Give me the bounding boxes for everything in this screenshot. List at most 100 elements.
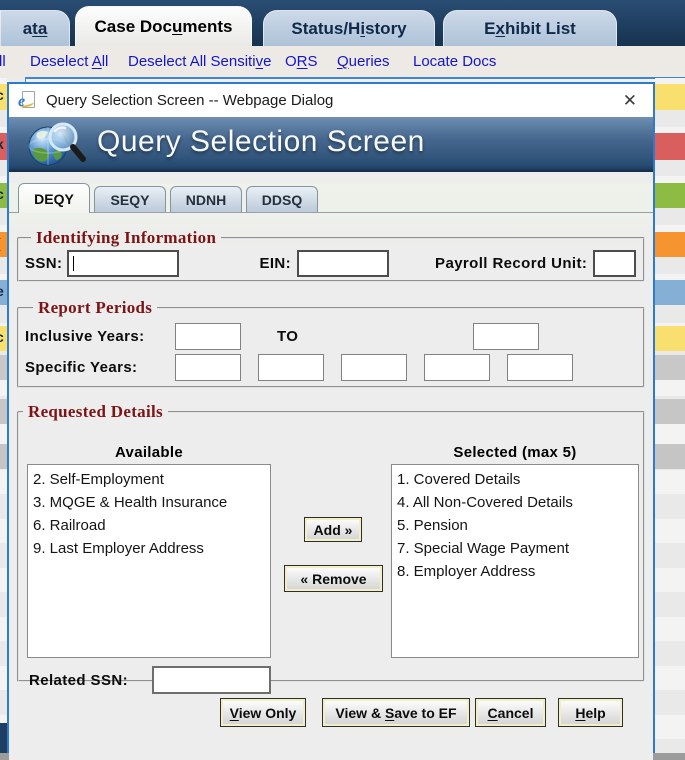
toolbar-link-deselect-all[interactable]: Deselect All: [30, 53, 108, 70]
list-item[interactable]: 8. Employer Address: [392, 560, 638, 583]
page-toolbar: ll Deselect All Deselect All Sensitive O…: [0, 46, 685, 78]
dialog-titlebar: e Query Selection Screen -- Webpage Dial…: [9, 84, 653, 117]
specific-year-2-input[interactable]: [258, 353, 324, 381]
row-color-chip: [655, 326, 685, 351]
tab-seqy[interactable]: SEQY: [94, 186, 166, 212]
list-item[interactable]: 9. Last Employer Address: [28, 537, 270, 560]
to-label: TO: [277, 328, 299, 346]
row-color-chip: [0, 399, 7, 424]
row-color-chip: [0, 444, 7, 469]
list-item[interactable]: 2. Self-Employment: [28, 468, 270, 491]
row-color-chip: k: [0, 133, 7, 160]
tab-label: Case Documents: [94, 16, 233, 36]
specific-year-4-input[interactable]: [424, 353, 490, 381]
identifying-information-legend: Identifying Information: [36, 228, 217, 247]
page-tab-bar: ata Case Documents Status/History Exhibi…: [0, 0, 685, 46]
ein-label: EIN:: [259, 255, 292, 272]
specific-year-3-input[interactable]: [341, 353, 407, 381]
report-periods-fieldset: Report Periods Inclusive Years: TO Speci…: [17, 298, 645, 388]
tab-ddsq[interactable]: DDSQ: [246, 186, 318, 212]
payroll-record-unit-label: Payroll Record Unit:: [435, 255, 588, 272]
help-button[interactable]: Help: [558, 698, 623, 727]
tab-ndnh[interactable]: NDNH: [170, 186, 242, 212]
dialog-banner: Query Selection Screen: [9, 117, 653, 172]
specific-year-1-input[interactable]: [175, 353, 241, 381]
toolbar-link-queries[interactable]: Queries: [337, 53, 390, 70]
list-item[interactable]: 1. Covered Details: [392, 468, 638, 491]
banner-title: Query Selection Screen: [97, 125, 425, 158]
dialog-body: DEQY SEQY NDNH DDSQ Identifying Informat…: [9, 183, 653, 760]
row-color-chip: [655, 84, 685, 110]
inclusive-year-to-input[interactable]: [473, 323, 539, 351]
clipped-text-fragment: e: [0, 283, 4, 299]
specific-years-label: Specific Years:: [25, 358, 138, 376]
add-button[interactable]: Add »: [304, 517, 362, 542]
inclusive-year-from-input[interactable]: [175, 323, 241, 351]
related-ssn-label: Related SSN:: [29, 671, 128, 689]
tab-label: Exhibit List: [484, 18, 576, 38]
available-listbox[interactable]: 2. Self-Employment 3. MQGE & Health Insu…: [27, 464, 271, 658]
toolbar-link-locate-docs[interactable]: Locate Docs: [413, 53, 496, 70]
tab-exhibit-list[interactable]: Exhibit List: [443, 10, 617, 46]
tab-label: Status/History: [291, 18, 407, 38]
row-color-chip: [655, 444, 685, 469]
requested-details-fieldset: Requested Details Available Selected (ma…: [17, 402, 645, 694]
clipped-text-fragment: c: [0, 329, 4, 345]
tab-deqy[interactable]: DEQY: [18, 183, 90, 213]
report-periods-legend: Report Periods: [38, 298, 153, 317]
tab-case-documents[interactable]: Case Documents: [75, 6, 252, 46]
close-icon[interactable]: ✕: [623, 92, 637, 109]
payroll-record-unit-input[interactable]: [593, 250, 637, 277]
clipped-text-fragment: (: [0, 235, 1, 251]
toolbar-link-deselect-all-sensitive[interactable]: Deselect All Sensitive: [128, 53, 271, 70]
ein-input[interactable]: [297, 250, 390, 277]
toolbar-link-partial[interactable]: ll: [0, 53, 6, 70]
list-item[interactable]: 4. All Non-Covered Details: [392, 491, 638, 514]
row-color-chip: [655, 280, 685, 305]
toolbar-link-ors[interactable]: ORS: [285, 53, 318, 70]
globe-magnifier-icon: [28, 122, 86, 166]
ssn-input[interactable]: [67, 250, 180, 277]
tab-label: ata: [22, 18, 48, 38]
row-color-chip: [0, 355, 7, 380]
row-color-chip: (: [0, 232, 7, 257]
tab-status-history[interactable]: Status/History: [263, 10, 435, 46]
text-caret: [73, 256, 75, 271]
remove-button[interactable]: « Remove: [284, 565, 383, 592]
row-color-chip: [655, 399, 685, 424]
action-button-row: View Only View & Save to EF Cancel Help: [17, 698, 645, 727]
ssn-label: SSN:: [25, 255, 63, 272]
row-color-chip: c: [0, 326, 7, 351]
tab-data-partial[interactable]: ata: [0, 10, 70, 46]
query-selection-dialog: e Query Selection Screen -- Webpage Dial…: [7, 82, 655, 760]
list-item[interactable]: 6. Railroad: [28, 514, 270, 537]
view-only-button[interactable]: View Only: [220, 698, 306, 727]
available-header: Available: [114, 444, 183, 461]
view-and-save-to-ef-button[interactable]: View & Save to EF: [322, 698, 470, 727]
row-color-chip: e: [0, 280, 7, 305]
list-item[interactable]: 5. Pension: [392, 514, 638, 537]
requested-details-legend: Requested Details: [28, 402, 163, 421]
row-color-chip: [655, 133, 685, 160]
list-item[interactable]: 7. Special Wage Payment: [392, 537, 638, 560]
row-color-chip: c: [0, 84, 7, 110]
selected-listbox[interactable]: 1. Covered Details 4. All Non-Covered De…: [391, 464, 639, 658]
selected-header: Selected (max 5): [453, 444, 577, 461]
query-tabstrip: DEQY SEQY NDNH DDSQ: [9, 183, 653, 213]
related-ssn-input[interactable]: [152, 666, 271, 694]
clipped-text-fragment: c: [0, 186, 4, 202]
dialog-title: Query Selection Screen -- Webpage Dialog: [46, 92, 334, 109]
list-item[interactable]: 3. MQGE & Health Insurance: [28, 491, 270, 514]
internet-explorer-icon: e: [18, 90, 38, 111]
cancel-button[interactable]: Cancel: [475, 698, 546, 727]
specific-year-5-input[interactable]: [507, 353, 573, 381]
row-color-chip: [655, 355, 685, 380]
row-color-chip: c: [0, 183, 7, 208]
clipped-text-fragment: c: [0, 87, 4, 103]
row-color-chip: [655, 232, 685, 257]
clipped-text-fragment: k: [0, 136, 4, 152]
screen: ata Case Documents Status/History Exhibi…: [0, 0, 685, 760]
row-color-chip: [655, 183, 685, 208]
identifying-information-fieldset: Identifying Information SSN: EIN: Payrol…: [17, 228, 645, 282]
inclusive-years-label: Inclusive Years:: [25, 328, 145, 346]
